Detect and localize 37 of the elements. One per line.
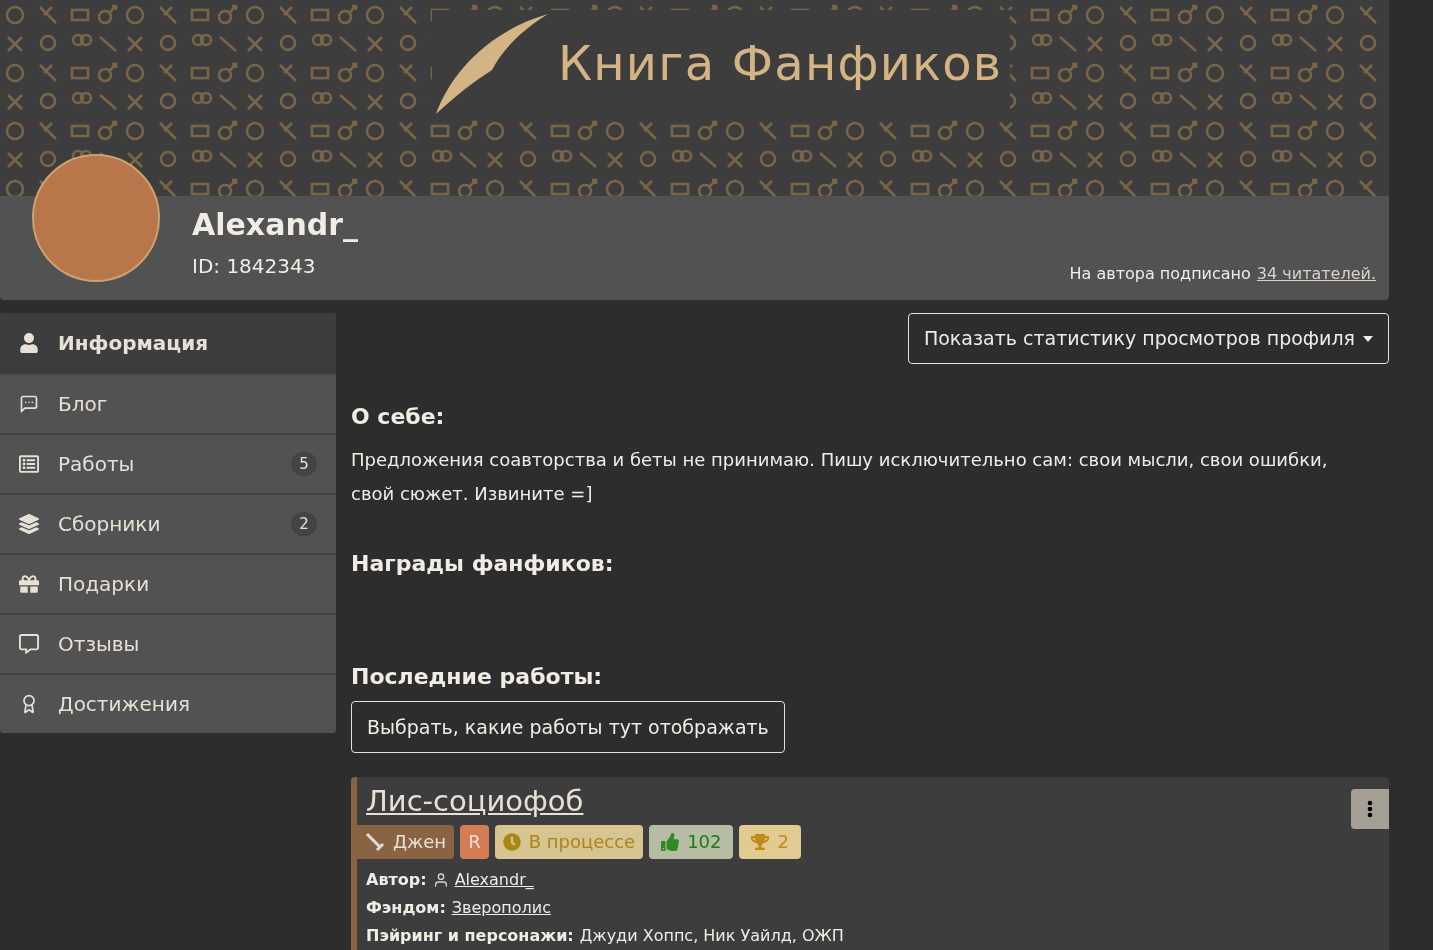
thumbs-up-icon	[661, 833, 680, 851]
username: Alexandr_	[192, 206, 359, 244]
profile-stats-dropdown[interactable]: Показать статистику просмотров профиля	[907, 313, 1389, 364]
kebab-icon	[1367, 800, 1373, 818]
sidebar-item[interactable]: Информация	[0, 313, 336, 373]
about-text: Предложения соавторства и беты не принимаю. Пишу исключительно сам: свои мысли, свои ошибки, свой сюжет. Извините =]	[351, 448, 1329, 506]
work-title-link[interactable]: Лис-социофоб	[366, 781, 584, 821]
comment-icon	[19, 634, 39, 654]
field-label: Пэйринг и персонажи:	[366, 925, 574, 947]
sidebar-item[interactable]: Достижения	[0, 673, 336, 733]
sword-icon	[365, 832, 385, 852]
speech-icon	[19, 394, 39, 414]
more-options-button[interactable]	[1351, 789, 1389, 829]
awards-heading: Награды фанфиков:	[351, 550, 615, 578]
clock-icon	[502, 833, 521, 851]
trophy-icon	[751, 833, 770, 851]
user-id: ID: 1842343	[192, 253, 317, 280]
recent-works-heading: Последние работы:	[351, 663, 604, 691]
field-label: Автор:	[366, 869, 427, 891]
field-label: Фэндом:	[366, 897, 446, 919]
choose-works-button[interactable]: Выбрать, какие работы тут отображать	[351, 701, 785, 753]
field-value: Джуди Хоппс, Ник Уайлд, ОЖП	[579, 925, 844, 947]
document-icon	[19, 454, 39, 474]
layers-icon	[19, 514, 39, 534]
count-badge: 2	[291, 512, 317, 536]
fandom-link[interactable]: Зверополис	[451, 895, 551, 921]
count-badge: 5	[291, 452, 317, 476]
about-heading: О себе:	[351, 403, 446, 431]
author-link[interactable]: Alexandr_	[454, 867, 534, 893]
site-logo-text[interactable]: Книга Фанфиков	[558, 27, 1003, 99]
user-icon	[432, 872, 449, 888]
subscribers-link[interactable]: 34 читателей.	[1256, 262, 1376, 286]
direction-tag[interactable]: Джен	[357, 825, 455, 859]
caret-icon	[1363, 335, 1373, 342]
subscribers-text: На автора подписано	[1069, 263, 1251, 285]
user-icon	[19, 333, 39, 353]
gift-icon	[19, 574, 39, 594]
